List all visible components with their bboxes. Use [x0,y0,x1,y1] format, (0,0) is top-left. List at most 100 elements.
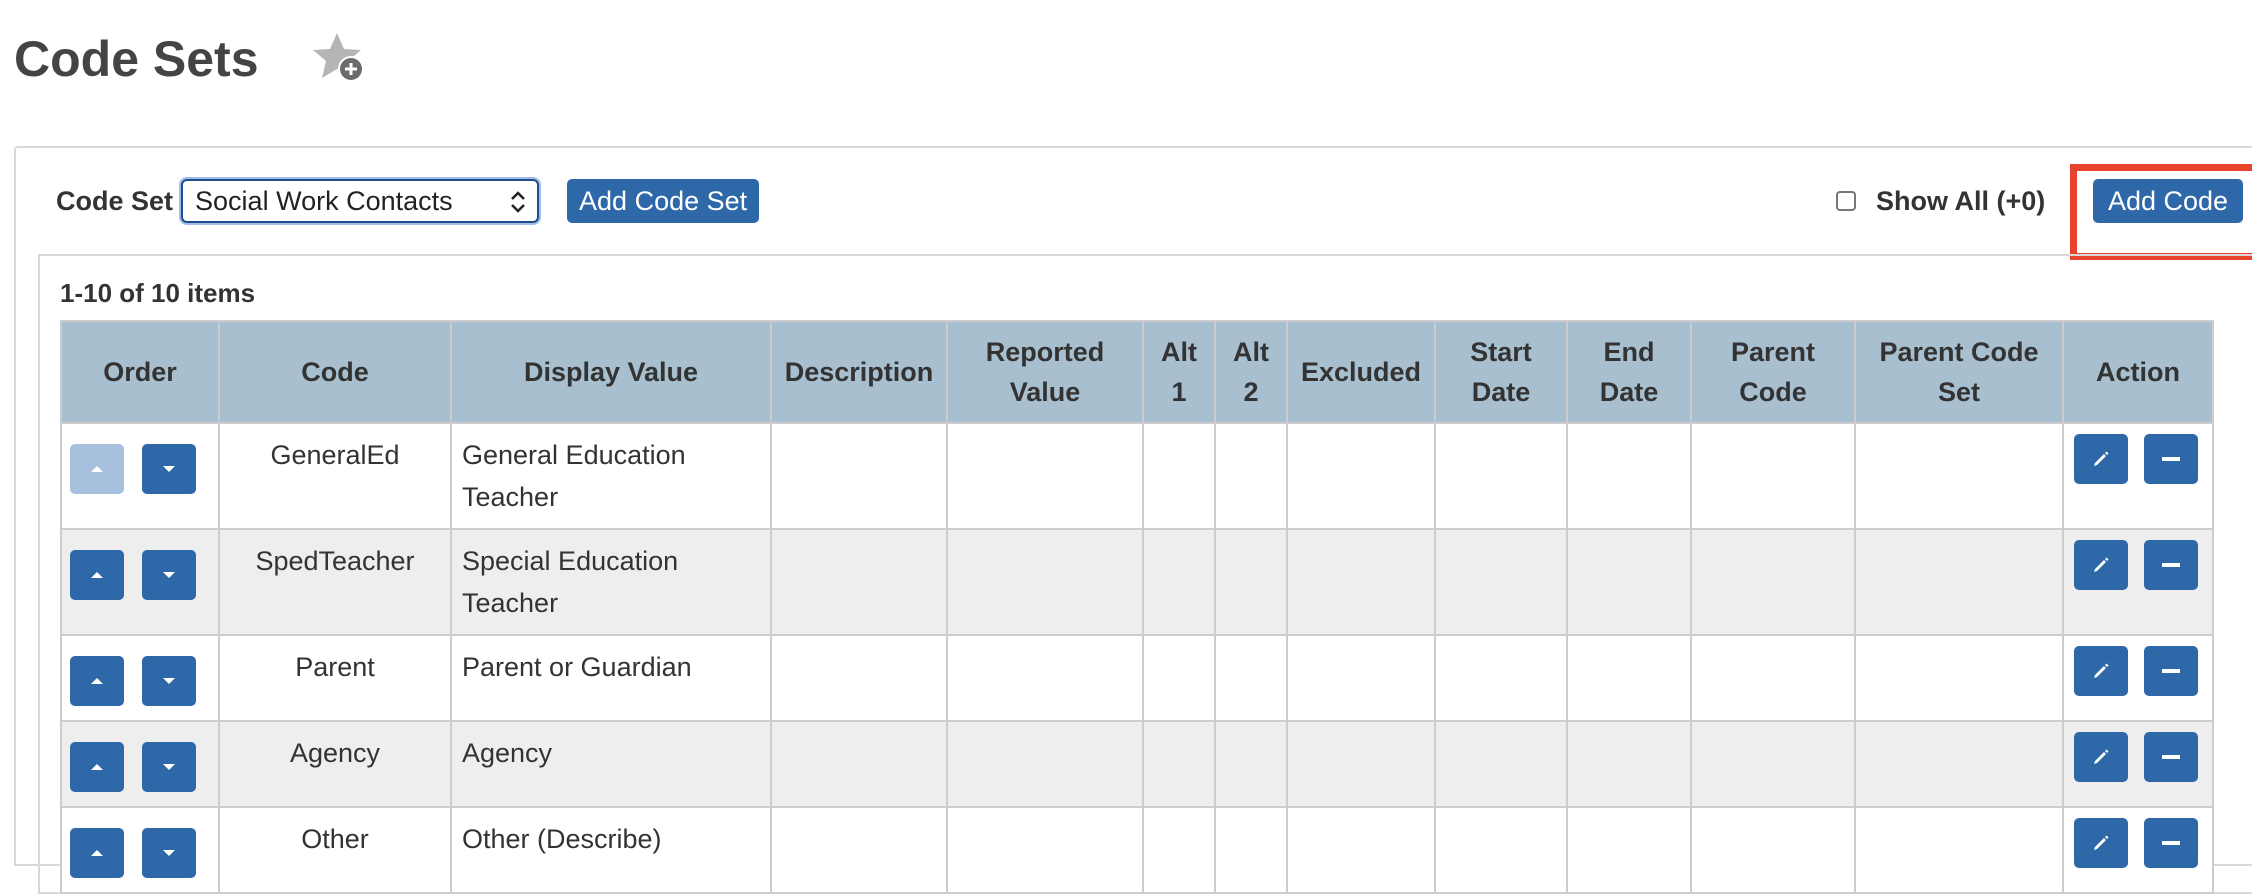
display-value-cell: Other (Describe) [450,806,772,894]
display-value-line-1: General Education [462,440,686,470]
col-end-date[interactable]: End Date [1566,320,1692,424]
alt-1-cell [1142,634,1216,722]
reported-value-cell [946,634,1144,722]
col-start-date[interactable]: Start Date [1434,320,1568,424]
edit-button[interactable] [2074,540,2128,590]
move-down-button[interactable] [142,742,196,792]
parent-code-cell [1690,806,1856,894]
pencil-icon [2094,557,2109,572]
col-excluded[interactable]: Excluded [1286,320,1436,424]
move-down-button[interactable] [142,444,196,494]
caret-up-icon [91,764,103,770]
start-date-cell [1434,422,1568,530]
pencil-icon [2094,749,2109,764]
display-value-line-1: Agency [462,738,553,768]
table-row: GeneralEd General Education Teacher [60,422,2214,530]
alt-1-cell [1142,720,1216,808]
col-reported-value[interactable]: Reported Value [946,320,1144,424]
edit-button[interactable] [2074,818,2128,868]
caret-down-icon [163,764,175,770]
table-row: SpedTeacher Special Education Teacher [60,528,2214,636]
pencil-icon [2094,451,2109,466]
description-cell [770,806,948,894]
remove-button[interactable] [2144,540,2198,590]
alt-2-cell [1214,422,1288,530]
reported-value-cell [946,422,1144,530]
col-code[interactable]: Code [218,320,452,424]
code-cell: GeneralEd [218,422,452,530]
show-all-checkbox[interactable] [1836,191,1856,211]
remove-button[interactable] [2144,818,2198,868]
col-order[interactable]: Order [60,320,220,424]
excluded-cell [1286,806,1436,894]
code-value: SpedTeacher [255,546,415,576]
action-cell [2062,720,2214,808]
move-up-button[interactable] [70,550,124,600]
parent-code-set-cell [1854,528,2064,636]
caret-up-icon [91,850,103,856]
code-sets-panel: Code Set Social Work Contacts Add Code S… [14,146,2252,894]
alt-1-cell [1142,422,1216,530]
table-row: Other Other (Describe) [60,806,2214,894]
add-code-set-button[interactable]: Add Code Set [567,179,760,223]
remove-button[interactable] [2144,434,2198,484]
alt-2-cell [1214,528,1288,636]
display-value-line-2: Teacher [462,588,559,618]
remove-button[interactable] [2144,646,2198,696]
reported-value-cell [946,528,1144,636]
caret-down-icon [163,572,175,578]
edit-button[interactable] [2074,732,2128,782]
excluded-cell [1286,634,1436,722]
show-all-label: Show All (+0) [1876,185,2046,216]
codes-table: Order Code Display Value Description Rep… [60,320,2214,894]
alt-2-cell [1214,806,1288,894]
move-up-button [70,444,124,494]
display-value-line-1: Special Education [462,546,679,576]
remove-button[interactable] [2144,732,2198,782]
edit-button[interactable] [2074,646,2128,696]
end-date-cell [1566,720,1692,808]
end-date-cell [1566,806,1692,894]
order-cell [60,422,220,530]
description-cell [770,528,948,636]
add-code-button[interactable]: Add Code [2093,179,2243,223]
col-display-value[interactable]: Display Value [450,320,772,424]
move-down-button[interactable] [142,656,196,706]
codes-grid: 1-10 of 10 items Order Code Display Valu… [38,254,2252,894]
col-parent-code-set[interactable]: Parent Code Set [1854,320,2064,424]
parent-code-set-cell [1854,422,2064,530]
page-title: Code Sets [14,31,259,87]
page-header: Code Sets [14,24,371,94]
code-set-select[interactable]: Social Work Contacts [181,179,540,223]
display-value-line-2: Teacher [462,482,559,512]
edit-button[interactable] [2074,434,2128,484]
action-cell [2062,806,2214,894]
caret-down-icon [163,466,175,472]
col-action: Action [2062,320,2214,424]
end-date-cell [1566,634,1692,722]
col-parent-code[interactable]: Parent Code [1690,320,1856,424]
caret-up-icon [91,466,103,472]
move-up-button[interactable] [70,742,124,792]
code-set-selected-value: Social Work Contacts [195,185,453,216]
minus-icon [2162,669,2180,673]
code-cell: SpedTeacher [218,528,452,636]
col-description[interactable]: Description [770,320,948,424]
start-date-cell [1434,634,1568,722]
display-value-cell: General Education Teacher [450,422,772,530]
move-down-button[interactable] [142,550,196,600]
col-alt-2[interactable]: Alt 2 [1214,320,1288,424]
description-cell [770,422,948,530]
favorite-button[interactable] [311,29,371,89]
display-value-line-1: Other (Describe) [462,824,662,854]
action-cell [2062,528,2214,636]
minus-icon [2162,457,2180,461]
alt-1-cell [1142,528,1216,636]
action-cell [2062,422,2214,530]
description-cell [770,720,948,808]
add-code-highlight: Add Code [2070,164,2252,260]
move-up-button[interactable] [70,656,124,706]
code-cell: Agency [218,720,452,808]
col-alt-1[interactable]: Alt 1 [1142,320,1216,424]
table-row: Agency Agency [60,720,2214,808]
